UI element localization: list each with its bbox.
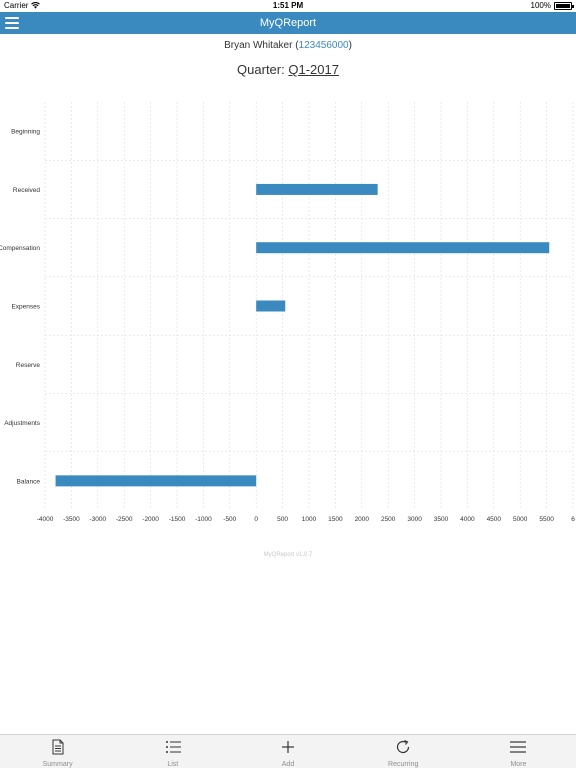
tab-add[interactable]: Add bbox=[230, 735, 345, 768]
tab-recurring[interactable]: Recurring bbox=[346, 735, 461, 768]
x-tick-label: 2500 bbox=[381, 516, 396, 523]
bar-expenses bbox=[256, 300, 286, 312]
nav-bar: MyQReport bbox=[0, 12, 576, 34]
menu-icon bbox=[510, 741, 527, 753]
bar-received bbox=[256, 183, 378, 195]
y-tick-label: Balance bbox=[17, 478, 41, 485]
quarter-value-link[interactable]: Q1-2017 bbox=[288, 62, 339, 77]
x-tick-label: -3000 bbox=[89, 516, 106, 523]
bar-balance bbox=[55, 475, 257, 487]
tab-summary[interactable]: Summary bbox=[0, 735, 115, 768]
x-tick-label: -4000 bbox=[37, 516, 54, 523]
status-bar: Carrier 1:51 PM 100% bbox=[0, 0, 576, 12]
plus-icon bbox=[282, 741, 294, 753]
x-tick-label: -3500 bbox=[63, 516, 80, 523]
x-tick-label: 3500 bbox=[434, 516, 449, 523]
x-tick-label: -2000 bbox=[142, 516, 159, 523]
clock: 1:51 PM bbox=[272, 1, 304, 10]
x-tick-label: 4500 bbox=[487, 516, 502, 523]
y-tick-label: Received bbox=[13, 187, 40, 194]
tab-list[interactable]: List bbox=[115, 735, 230, 768]
x-tick-label: -1500 bbox=[169, 516, 186, 523]
tab-list-label: List bbox=[167, 761, 179, 768]
x-tick-label: 3000 bbox=[407, 516, 422, 523]
list-icon bbox=[165, 741, 181, 753]
x-tick-label: 4000 bbox=[460, 516, 475, 523]
tab-more-label: More bbox=[510, 761, 527, 768]
quarter-label: Quarter: bbox=[237, 62, 285, 77]
y-tick-label: Compensation bbox=[0, 245, 40, 252]
quarter-selector: Quarter: Q1-2017 bbox=[0, 62, 576, 77]
user-close-paren: ) bbox=[348, 40, 352, 51]
tab-add-label: Add bbox=[281, 761, 295, 768]
x-tick-label: -2500 bbox=[116, 516, 133, 523]
battery-indicator: 100% bbox=[530, 1, 574, 10]
battery-icon bbox=[554, 1, 574, 10]
x-tick-label: 0 bbox=[254, 516, 258, 523]
bar-compensation bbox=[256, 242, 550, 254]
y-tick-label: Beginning bbox=[11, 129, 40, 136]
battery-percent: 100% bbox=[530, 1, 551, 10]
x-tick-label: 500 bbox=[277, 516, 288, 523]
x-tick-label: 6 bbox=[571, 516, 575, 523]
tab-recurring-label: Recurring bbox=[388, 761, 419, 768]
tab-bar: Summary List Add Recurring More bbox=[0, 734, 576, 768]
x-tick-label: 5500 bbox=[539, 516, 554, 523]
x-tick-label: 1000 bbox=[302, 516, 317, 523]
x-tick-label: 2000 bbox=[355, 516, 370, 523]
x-tick-label: -1000 bbox=[195, 516, 212, 523]
tab-more[interactable]: More bbox=[461, 735, 576, 768]
refresh-icon bbox=[397, 739, 410, 754]
user-name: Bryan Whitaker bbox=[224, 40, 293, 51]
tab-summary-label: Summary bbox=[42, 761, 73, 768]
app-version: MyQReport v1.0.7 bbox=[263, 552, 313, 558]
document-icon bbox=[52, 739, 64, 755]
account-number[interactable]: 123456000 bbox=[299, 40, 349, 51]
x-tick-label: 5000 bbox=[513, 516, 528, 523]
app-title: MyQReport bbox=[259, 17, 317, 29]
summary-bar-chart: -4000 -3500 -3000 -2500 -2000 -1500 -1000 -500 0… bbox=[0, 102, 575, 523]
x-tick-label: -500 bbox=[223, 516, 236, 523]
y-tick-label: Expenses bbox=[11, 304, 40, 311]
x-tick-label: 1500 bbox=[328, 516, 343, 523]
y-tick-label: Adjustments bbox=[4, 420, 41, 427]
user-info: Bryan Whitaker (123456000) bbox=[0, 40, 576, 51]
y-tick-label: Reserve bbox=[16, 362, 41, 369]
